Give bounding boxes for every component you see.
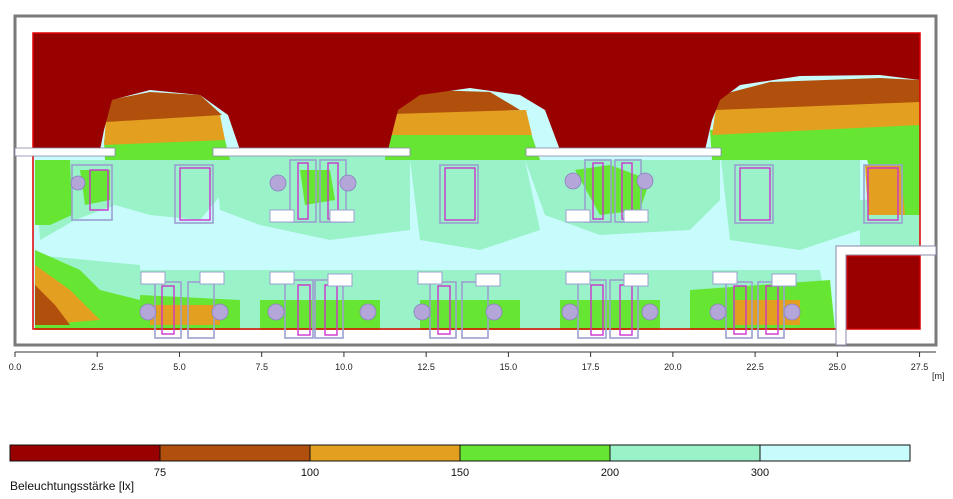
legend-swatch: [309, 444, 461, 462]
x-axis-unit: [m]: [932, 371, 945, 381]
illuminance-floor-plan: 0.0 2.5 5.0 7.5 10.0 12.5 15.0 17.5 20.0 22.5 25.0…: [9, 14, 945, 493]
x-axis-tick-label: 27.5: [911, 362, 929, 372]
x-axis-tick-label: 5.0: [173, 362, 186, 372]
legend-threshold-label: 300: [751, 467, 769, 479]
legend-color-bar: [9, 444, 911, 462]
x-axis-tick-label: 25.0: [829, 362, 847, 372]
x-axis-tick-label: 12.5: [417, 362, 435, 372]
legend-threshold-label: 75: [154, 467, 166, 479]
x-axis-ticks: 0.0 2.5 5.0 7.5 10.0 12.5 15.0 17.5 20.0 22.5 25.0…: [9, 352, 929, 372]
x-axis-tick-label: 20.0: [664, 362, 682, 372]
x-axis-tick-label: 7.5: [255, 362, 268, 372]
legend-threshold-label: 150: [451, 467, 469, 479]
x-axis-tick-label: 15.0: [500, 362, 518, 372]
x-axis-tick-label: 2.5: [91, 362, 104, 372]
x-axis-tick-label: 0.0: [9, 362, 22, 372]
x-axis-tick-label: 22.5: [746, 362, 764, 372]
x-axis-tick-label: 17.5: [582, 362, 600, 372]
legend-threshold-label: 100: [301, 467, 319, 479]
x-axis-tick-label: 10.0: [335, 362, 353, 372]
legend-title: Beleuchtungsstärke [lx]: [10, 479, 134, 493]
legend-swatch: [459, 444, 611, 462]
legend-swatch: [159, 444, 311, 462]
legend-swatch: [9, 444, 161, 462]
legend-swatch: [609, 444, 761, 462]
legend-swatch: [759, 444, 911, 462]
legend-threshold-labels: 75 100 150 200 300: [154, 467, 769, 479]
legend-threshold-label: 200: [601, 467, 619, 479]
